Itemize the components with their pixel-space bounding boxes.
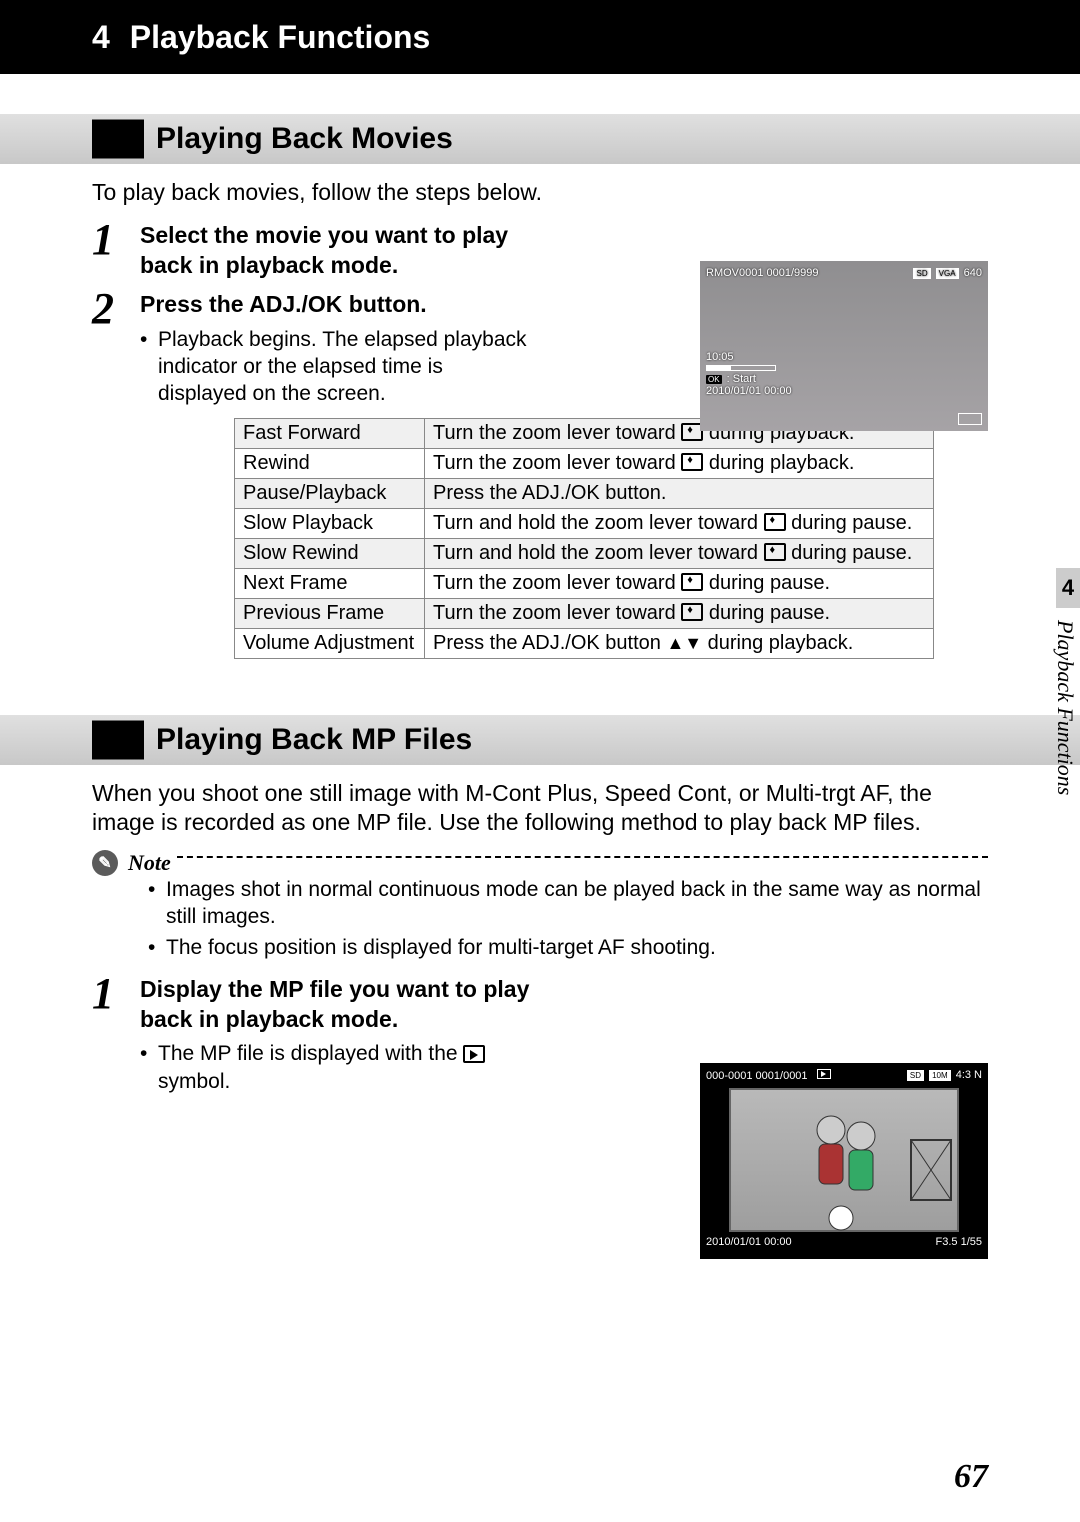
control-name: Slow Rewind bbox=[235, 538, 425, 568]
fig-mp-exposure: F3.5 1/55 bbox=[936, 1236, 982, 1248]
movies-steps: 1 Select the movie you want to play back… bbox=[92, 221, 532, 407]
step-2-bullet-text: Playback begins. The elapsed playback in… bbox=[158, 326, 532, 408]
fig-datetime: 2010/01/01 00:00 bbox=[706, 385, 982, 397]
fig-time: 10:05 bbox=[706, 351, 982, 363]
control-desc: Press the ADJ./OK button. bbox=[425, 478, 934, 508]
control-desc: Turn and hold the zoom lever toward duri… bbox=[425, 538, 934, 568]
chapter-header: 4 Playback Functions bbox=[0, 0, 1080, 74]
fig-filename: RMOV0001 0001/9999 bbox=[706, 267, 819, 279]
control-desc: Turn the zoom lever toward during playba… bbox=[425, 448, 934, 478]
wide-icon bbox=[764, 543, 786, 561]
table-row: Slow PlaybackTurn and hold the zoom leve… bbox=[235, 508, 934, 538]
mp-step-1-bullet: • The MP file is displayed with the symb… bbox=[140, 1040, 532, 1095]
mp-step-1-bullet-text: The MP file is displayed with the symbol… bbox=[158, 1040, 532, 1095]
control-desc: Turn the zoom lever toward during pause. bbox=[425, 568, 934, 598]
step-number: 1 bbox=[92, 975, 140, 1094]
movies-intro: To play back movies, follow the steps be… bbox=[92, 178, 988, 207]
table-row: Previous FrameTurn the zoom lever toward… bbox=[235, 598, 934, 628]
fig-badges: SD VGA 640 bbox=[913, 267, 982, 279]
fig-start: OK : Start bbox=[706, 373, 982, 385]
fig-mp-topleft: 000-0001 0001/0001 bbox=[706, 1070, 808, 1082]
chapter-number: 4 bbox=[92, 19, 110, 56]
control-name: Previous Frame bbox=[235, 598, 425, 628]
page-number: 67 bbox=[954, 1458, 988, 1496]
note-bullet: •The focus position is displayed for mul… bbox=[148, 934, 988, 961]
figure-movie-playback: RMOV0001 0001/9999 SD VGA 640 10:05 OK :… bbox=[700, 261, 988, 431]
wide-icon bbox=[681, 453, 703, 471]
section-header-movies: Playing Back Movies bbox=[0, 114, 1080, 164]
mp-steps: 1 Display the MP file you want to play b… bbox=[92, 975, 532, 1094]
side-chapter-label: Playback Functions bbox=[1052, 620, 1078, 795]
note-bullet-text: The focus position is displayed for mult… bbox=[166, 934, 716, 961]
figure-mp-playback: 000-0001 0001/0001 SD 10M 4:3 N 2010/01/… bbox=[700, 1063, 988, 1259]
mp-intro: When you shoot one still image with M-Co… bbox=[92, 779, 988, 838]
section-title-mp: Playing Back MP Files bbox=[156, 723, 472, 757]
side-tab-number: 4 bbox=[1062, 575, 1074, 601]
tele-icon bbox=[681, 573, 703, 591]
mp-step-1: 1 Display the MP file you want to play b… bbox=[92, 975, 532, 1094]
note-block: ✎ Note •Images shot in normal continuous… bbox=[92, 850, 988, 962]
note-dashes bbox=[177, 856, 988, 858]
table-row: Slow RewindTurn and hold the zoom lever … bbox=[235, 538, 934, 568]
table-row: Next FrameTurn the zoom lever toward dur… bbox=[235, 568, 934, 598]
step-1-title: Select the movie you want to play back i… bbox=[140, 221, 532, 280]
note-bullet: •Images shot in normal continuous mode c… bbox=[148, 876, 988, 931]
fig-mp-badges: SD 10M 4:3 N bbox=[907, 1069, 982, 1081]
note-bullet-text: Images shot in normal continuous mode ca… bbox=[166, 876, 988, 931]
step-2: 2 Press the ADJ./OK button. • Playback b… bbox=[92, 290, 532, 407]
fig-mp-image bbox=[729, 1088, 959, 1232]
chapter-title: Playback Functions bbox=[130, 19, 431, 56]
section-header-mp: Playing Back MP Files bbox=[0, 715, 1080, 765]
up-down-icon: ▲▼ bbox=[666, 633, 702, 653]
step-1: 1 Select the movie you want to play back… bbox=[92, 221, 532, 280]
control-name: Pause/Playback bbox=[235, 478, 425, 508]
table-row: RewindTurn the zoom lever toward during … bbox=[235, 448, 934, 478]
control-name: Next Frame bbox=[235, 568, 425, 598]
step-number: 2 bbox=[92, 290, 140, 407]
step-number: 1 bbox=[92, 221, 140, 280]
control-name: Volume Adjustment bbox=[235, 628, 425, 658]
mp-step-1-title: Display the MP file you want to play bac… bbox=[140, 975, 532, 1034]
playback-controls-table: Fast ForwardTurn the zoom lever toward d… bbox=[234, 418, 934, 659]
table-row: Volume AdjustmentPress the ADJ./OK butto… bbox=[235, 628, 934, 658]
control-name: Fast Forward bbox=[235, 418, 425, 448]
step-2-title: Press the ADJ./OK button. bbox=[140, 290, 532, 319]
note-icon: ✎ bbox=[92, 850, 118, 876]
fig-mp-datetime: 2010/01/01 00:00 bbox=[706, 1236, 792, 1248]
side-chapter-tab: 4 bbox=[1056, 568, 1080, 608]
battery-icon bbox=[958, 413, 982, 425]
control-desc: Turn the zoom lever toward during pause. bbox=[425, 598, 934, 628]
step-2-bullet: • Playback begins. The elapsed playback … bbox=[140, 326, 532, 408]
tele-icon bbox=[764, 513, 786, 531]
control-name: Slow Playback bbox=[235, 508, 425, 538]
wide-icon bbox=[681, 603, 703, 621]
section-title-movies: Playing Back Movies bbox=[156, 122, 453, 156]
control-name: Rewind bbox=[235, 448, 425, 478]
control-desc: Press the ADJ./OK button ▲▼ during playb… bbox=[425, 628, 934, 658]
table-row: Pause/PlaybackPress the ADJ./OK button. bbox=[235, 478, 934, 508]
mp-play-symbol-icon bbox=[463, 1045, 485, 1063]
note-label: Note bbox=[128, 850, 171, 876]
control-desc: Turn and hold the zoom lever toward duri… bbox=[425, 508, 934, 538]
